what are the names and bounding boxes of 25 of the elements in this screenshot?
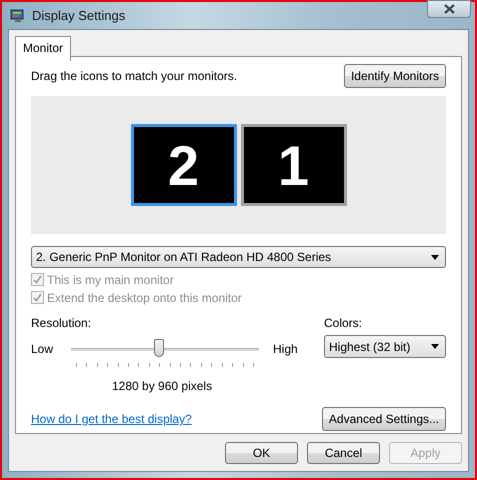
resolution-label: Resolution:: [31, 316, 92, 330]
monitor-dropdown[interactable]: 2. Generic PnP Monitor on ATI Radeon HD 4800 Series: [31, 246, 446, 268]
slider-thumb[interactable]: [154, 339, 164, 357]
dropdown-arrow-icon: [431, 344, 439, 349]
colors-label: Colors:: [324, 316, 364, 330]
monitor-tile[interactable]: 1: [240, 124, 346, 206]
instruction-text: Drag the icons to match your monitors.: [31, 69, 238, 83]
dialog-button[interactable]: Cancel: [307, 442, 380, 464]
dropdown-arrow-icon: [431, 254, 439, 260]
resolution-reading: 1280 by 960 pixels: [111, 379, 214, 393]
checkbox-label: This is my main monitor: [47, 272, 174, 286]
low-label: Low: [31, 342, 54, 356]
checkbox-label: Extend the desktop onto this monitor: [47, 290, 242, 304]
help-link[interactable]: How do I get the best display?: [31, 412, 192, 426]
display-icon: [10, 8, 26, 22]
close-icon: [444, 4, 454, 14]
dialog-button[interactable]: OK: [225, 442, 298, 464]
advanced-settings-button[interactable]: Advanced Settings...: [322, 407, 446, 431]
close-button[interactable]: [427, 0, 471, 18]
monitor-tile[interactable]: 2: [130, 124, 236, 206]
identify-monitors-button[interactable]: Identify Monitors: [344, 64, 446, 88]
colors-dropdown[interactable]: Highest (32 bit): [324, 335, 446, 358]
high-label: High: [273, 342, 298, 356]
monitor-tab[interactable]: Monitor: [15, 36, 72, 61]
window-title: Display Settings: [32, 8, 126, 23]
